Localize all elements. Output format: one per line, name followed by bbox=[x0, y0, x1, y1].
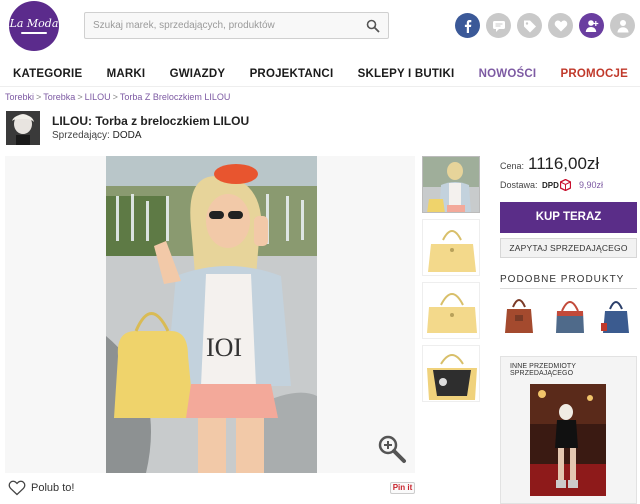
seller-avatar[interactable] bbox=[6, 111, 40, 145]
product-photo: IOI bbox=[106, 156, 317, 473]
main-nav: KATEGORIE MARKI GWIAZDY PROJEKTANCI SKLE… bbox=[0, 64, 640, 84]
thumbnail[interactable] bbox=[422, 219, 480, 276]
nav-divider bbox=[0, 86, 640, 87]
search-box bbox=[84, 12, 389, 39]
thumbnail[interactable] bbox=[422, 156, 480, 213]
nav-item-marki[interactable]: MARKI bbox=[107, 64, 146, 84]
chat-icon[interactable] bbox=[486, 13, 511, 38]
dpd-logo: DPD bbox=[542, 178, 572, 192]
breadcrumb: Torebki > Torebka > LILOU > Torba Z Breloczkie… bbox=[5, 92, 231, 102]
similar-product-thumb[interactable] bbox=[503, 293, 535, 337]
user-icon[interactable] bbox=[610, 13, 635, 38]
nav-item-gwiazdy[interactable]: GWIAZDY bbox=[170, 64, 226, 84]
nav-item-kategorie[interactable]: KATEGORIE bbox=[13, 64, 82, 84]
similar-products-title: PODOBNE PRODUKTY bbox=[500, 274, 625, 285]
nav-item-projektanci[interactable]: PROJEKTANCI bbox=[250, 64, 334, 84]
product-price: 1116,00zł bbox=[528, 154, 600, 173]
breadcrumb-item[interactable]: Torebka bbox=[43, 92, 75, 102]
thumbnail-list bbox=[422, 156, 480, 408]
add-user-icon[interactable] bbox=[579, 13, 604, 38]
facebook-icon[interactable] bbox=[455, 13, 480, 38]
shipping-price: 9,90zł bbox=[579, 180, 604, 190]
shipping-carrier: DPD bbox=[542, 180, 559, 190]
zoom-icon[interactable] bbox=[377, 434, 407, 464]
breadcrumb-item[interactable]: LILOU bbox=[85, 92, 111, 102]
heart-outline-icon bbox=[8, 480, 26, 496]
pinit-button[interactable]: Pin it bbox=[390, 482, 415, 494]
like-label: Polub to! bbox=[31, 482, 75, 494]
nav-item-sklepy[interactable]: SKLEPY I BUTIKI bbox=[358, 64, 455, 84]
like-button[interactable]: Polub to! bbox=[8, 480, 74, 496]
logo[interactable]: La Moda bbox=[9, 1, 59, 51]
logo-underline bbox=[21, 32, 47, 34]
nav-item-nowosci[interactable]: NOWOŚCI bbox=[479, 64, 537, 84]
similar-product-thumb[interactable] bbox=[554, 293, 586, 337]
seller-label: Sprzedający: bbox=[52, 130, 110, 141]
breadcrumb-item[interactable]: Torba Z Breloczkiem LILOU bbox=[120, 92, 231, 102]
main-product-image[interactable]: IOI bbox=[5, 156, 415, 473]
thumbnail[interactable] bbox=[422, 345, 480, 402]
buy-now-button[interactable]: KUP TERAZ bbox=[500, 202, 637, 233]
breadcrumb-item[interactable]: Torebki bbox=[5, 92, 34, 102]
similar-product-thumb[interactable] bbox=[600, 293, 632, 337]
dpd-cube-icon bbox=[559, 179, 571, 191]
logo-text: La Moda bbox=[9, 17, 59, 30]
shipping-label: Dostawa: bbox=[500, 180, 538, 190]
other-item-image[interactable] bbox=[530, 384, 606, 496]
seller-name[interactable]: DODA bbox=[113, 130, 142, 141]
search-input[interactable] bbox=[85, 13, 355, 38]
nav-item-promocje[interactable]: PROMOCJE bbox=[561, 64, 628, 84]
tag-icon[interactable] bbox=[517, 13, 542, 38]
product-title: LILOU: Torba z breloczkiem LILOU bbox=[52, 114, 250, 128]
price-label: Cena: bbox=[500, 161, 525, 171]
seller-info: Sprzedający: DODA bbox=[52, 130, 142, 141]
svg-text:IOI: IOI bbox=[206, 333, 242, 362]
other-items-title: INNE PRZEDMIOTY SPRZEDAJĄCEGO bbox=[510, 363, 576, 377]
header-icons bbox=[455, 13, 635, 38]
search-icon[interactable] bbox=[366, 19, 380, 33]
thumbnail[interactable] bbox=[422, 282, 480, 339]
similar-divider bbox=[500, 288, 637, 289]
heart-icon[interactable] bbox=[548, 13, 573, 38]
ask-seller-button[interactable]: ZAPYTAJ SPRZEDAJĄCEGO bbox=[500, 238, 637, 258]
